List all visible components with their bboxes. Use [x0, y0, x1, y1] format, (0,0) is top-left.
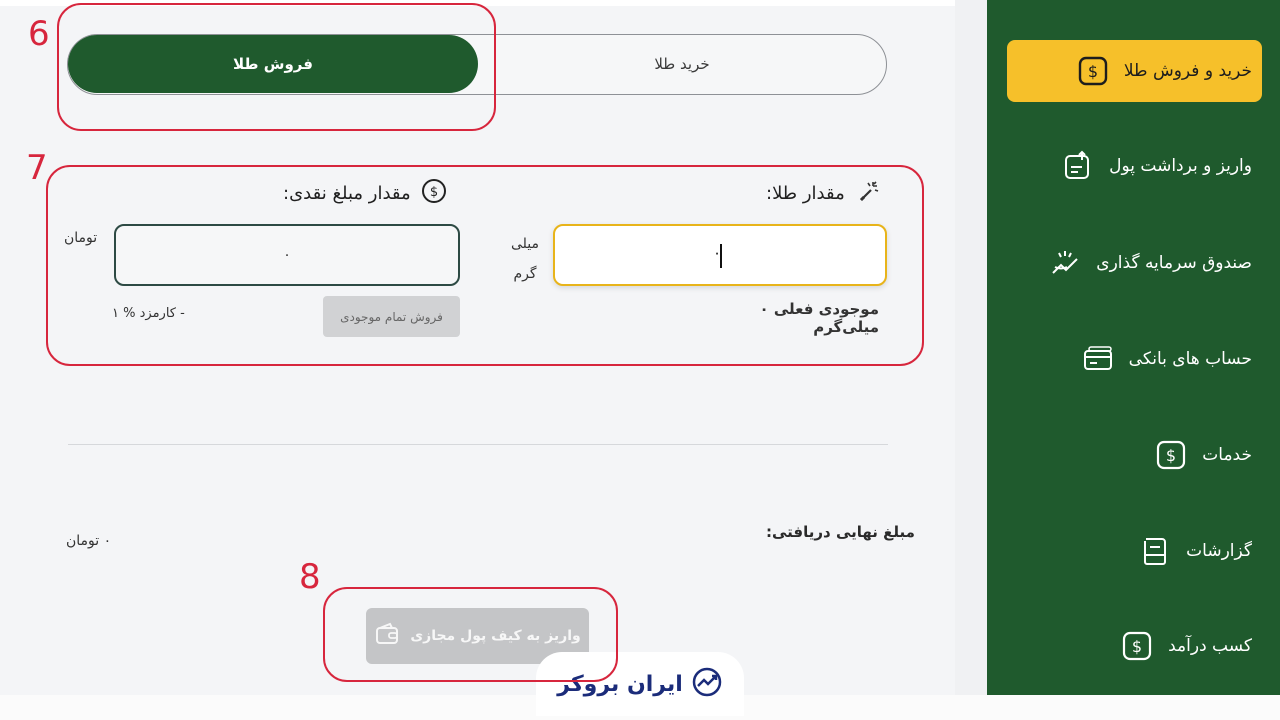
- final-amount-value: ۰ تومان: [66, 533, 112, 549]
- dollar-icon: $: [1120, 629, 1154, 663]
- final-amount-label: مبلغ نهایی دریافتی:: [766, 523, 915, 541]
- sidebar-item-label: کسب درآمد: [1168, 636, 1252, 656]
- sidebar-item-label: خرید و فروش طلا: [1123, 61, 1252, 81]
- highlight-box-7: [46, 165, 924, 366]
- panel-divider: [955, 0, 987, 695]
- investment-icon: [1048, 246, 1082, 280]
- sidebar-item-earn-income[interactable]: $ کسب درآمد: [1007, 615, 1262, 677]
- sidebar-item-label: واریز و برداشت پول: [1109, 156, 1252, 176]
- svg-text:$: $: [1132, 637, 1142, 656]
- dollar-icon: $: [1154, 438, 1188, 472]
- sidebar-item-label: صندوق سرمایه گذاری: [1096, 253, 1252, 273]
- highlight-box-6: [57, 3, 496, 131]
- sidebar-item-services[interactable]: $ خدمات: [1007, 424, 1262, 486]
- dollar-icon: $: [1076, 54, 1110, 88]
- sidebar-item-investment-fund[interactable]: صندوق سرمایه گذاری: [1007, 232, 1262, 294]
- sidebar-item-bank-accounts[interactable]: حساب های بانکی: [1007, 328, 1262, 390]
- svg-text:$: $: [1088, 62, 1098, 81]
- highlight-box-8: [323, 587, 618, 682]
- sidebar-item-buy-sell-gold[interactable]: $ خرید و فروش طلا: [1007, 40, 1262, 102]
- svg-text:$: $: [1166, 446, 1176, 465]
- transfer-icon: [1061, 149, 1095, 183]
- sidebar-item-label: گزارشات: [1186, 541, 1252, 561]
- sidebar-item-deposit-withdraw[interactable]: واریز و برداشت پول: [1007, 135, 1262, 197]
- sidebar-item-label: حساب های بانکی: [1128, 349, 1252, 369]
- sidebar-item-reports[interactable]: گزارشات: [1007, 520, 1262, 582]
- growth-logo-icon: [691, 666, 723, 702]
- bank-card-icon: [1081, 342, 1115, 376]
- annotation-number-6: 6: [28, 14, 50, 54]
- report-icon: [1138, 534, 1172, 568]
- sidebar: $ خرید و فروش طلا واریز و برداشت پول صند…: [987, 0, 1280, 695]
- tab-buy-gold[interactable]: خرید طلا: [478, 35, 886, 93]
- section-divider: [68, 444, 888, 445]
- sidebar-item-label: خدمات: [1202, 445, 1252, 465]
- annotation-number-8: 8: [299, 557, 321, 597]
- annotation-number-7: 7: [26, 148, 48, 188]
